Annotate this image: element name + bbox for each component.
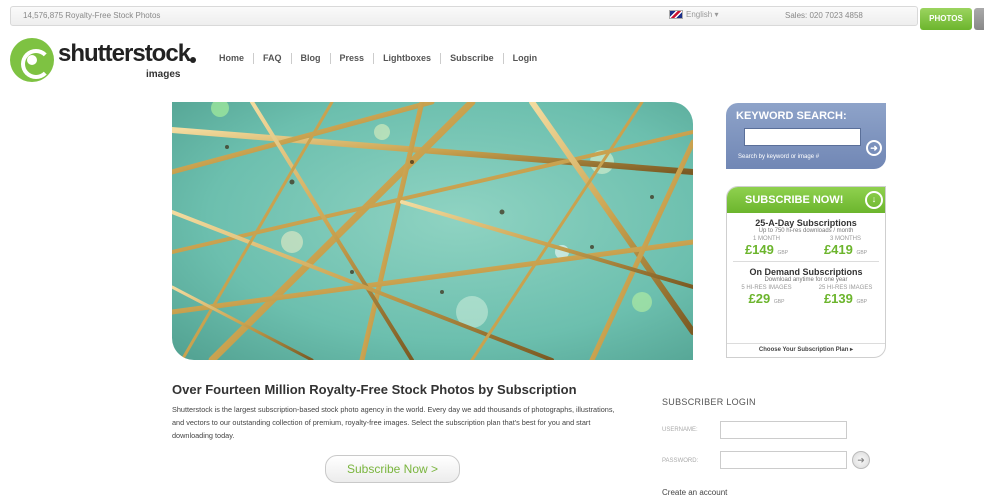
username-label: USERNAME: — [662, 427, 698, 433]
plan-option-price: £29 GBP — [748, 291, 785, 306]
uk-flag-icon — [669, 10, 683, 19]
logo-subtext: images — [146, 69, 181, 80]
logo-wordmark: shutterstock — [58, 40, 191, 67]
plan-option-price: £419 GBP — [823, 242, 868, 257]
nav-home[interactable]: Home — [210, 53, 253, 64]
subscribe-header: SUBSCRIBE NOW! ↓ — [727, 187, 885, 213]
plan-title: 25-A-Day Subscriptions — [755, 218, 857, 228]
top-bar: 14,576,875 Royalty-Free Stock Photos Eng… — [10, 6, 918, 26]
username-field[interactable] — [720, 421, 847, 439]
plan-option-price: £149 GBP — [744, 242, 789, 257]
nav-login[interactable]: Login — [502, 53, 547, 64]
registered-mark-icon — [190, 57, 196, 63]
plan-on-demand[interactable]: On Demand Subscriptions Download anytime… — [727, 262, 885, 306]
nav-blog[interactable]: Blog — [290, 53, 330, 64]
plan-option-5-images[interactable]: 5 HI-RES IMAGES £29 GBP — [732, 285, 802, 306]
language-label: English ▾ — [686, 10, 719, 19]
download-arrow-icon[interactable]: ↓ — [865, 191, 883, 209]
plan-option-1-month[interactable]: 1 MONTH £149 GBP — [732, 236, 802, 257]
plan-title: On Demand Subscriptions — [749, 267, 863, 277]
keyword-search-title: KEYWORD SEARCH: — [736, 110, 847, 122]
photo-count-text: 14,576,875 Royalty-Free Stock Photos — [23, 11, 161, 20]
keyword-search-hint: Search by keyword or image # — [738, 154, 820, 160]
password-label: PASSWORD: — [662, 458, 699, 464]
plan-option-25-images[interactable]: 25 HI-RES IMAGES £139 GBP — [811, 285, 881, 306]
plan-25-a-day[interactable]: 25-A-Day Subscriptions Up to 750 hi-res … — [727, 213, 885, 257]
photos-tab[interactable]: PHOTOS — [920, 8, 972, 30]
logo-mark-icon — [10, 38, 54, 82]
subscribe-title: SUBSCRIBE NOW! — [745, 194, 844, 206]
shutterstock-logo[interactable]: shutterstock images — [10, 36, 200, 86]
intro-description: Shutterstock is the largest subscription… — [172, 405, 615, 440]
sales-phone: Sales: 020 7023 4858 — [785, 11, 863, 20]
subscriber-login-title: SUBSCRIBER LOGIN — [662, 397, 756, 407]
subscribe-now-panel: SUBSCRIBE NOW! ↓ 25-A-Day Subscriptions … — [726, 186, 886, 358]
plan-subtitle: Up to 750 hi-res downloads / month — [758, 228, 854, 234]
keyword-search-panel: KEYWORD SEARCH: Search by keyword or ima… — [726, 103, 886, 169]
create-account-link[interactable]: Create an account — [662, 488, 727, 497]
plan-option-price: £139 GBP — [823, 291, 868, 306]
page-headline: Over Fourteen Million Royalty-Free Stock… — [172, 382, 577, 397]
plan-subtitle: Download anytime for one year — [764, 277, 848, 283]
secondary-tab[interactable] — [974, 8, 984, 30]
password-field[interactable] — [720, 451, 847, 469]
plan-option-3-months[interactable]: 3 MONTHS £419 GBP — [811, 236, 881, 257]
subscribe-now-button[interactable]: Subscribe Now > — [325, 455, 460, 483]
choose-plan-link[interactable]: Choose Your Subscription Plan ▸ — [727, 343, 885, 357]
language-selector[interactable]: English ▾ — [669, 10, 718, 19]
login-submit-arrow-icon[interactable]: ➜ — [852, 451, 870, 469]
main-nav: Home FAQ Blog Press Lightboxes Subscribe… — [210, 53, 546, 64]
nav-press[interactable]: Press — [329, 53, 374, 64]
keyword-search-input[interactable] — [744, 128, 861, 146]
hero-image — [172, 102, 693, 360]
nav-faq[interactable]: FAQ — [253, 53, 291, 64]
search-go-arrow-icon[interactable]: ➜ — [866, 140, 882, 156]
nav-lightboxes[interactable]: Lightboxes — [373, 53, 440, 64]
nav-subscribe[interactable]: Subscribe — [440, 53, 503, 64]
